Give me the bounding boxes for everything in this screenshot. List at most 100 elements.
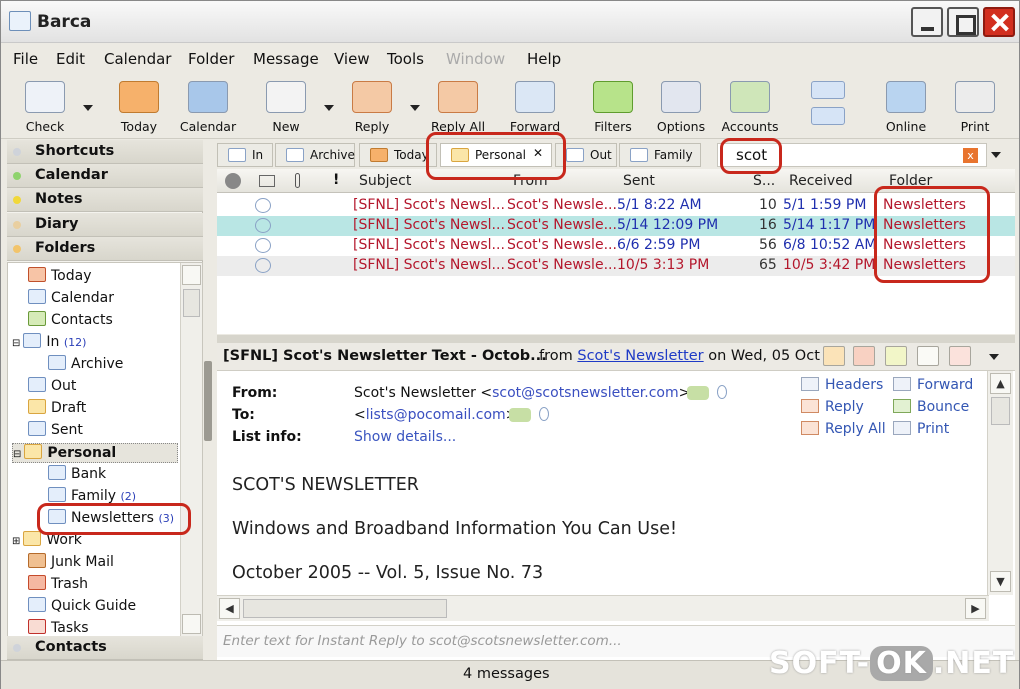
preview-menu-arrow-icon[interactable] xyxy=(989,354,999,360)
print-action[interactable]: Print xyxy=(893,421,949,437)
task-check-icon[interactable] xyxy=(949,346,971,366)
check-button[interactable]: Check xyxy=(12,81,78,137)
forward-action[interactable]: Forward xyxy=(893,377,973,393)
tree-item-personal[interactable]: ⊟ Personal xyxy=(12,443,178,463)
tree-item-out[interactable]: Out xyxy=(28,377,76,397)
preview-vertical-scrollbar[interactable]: ▲ ▼ xyxy=(987,371,1013,595)
watermark-part: .NET xyxy=(932,646,1015,681)
tree-item-in[interactable]: ⊟ In (12) xyxy=(12,333,86,353)
menu-help[interactable]: Help xyxy=(527,50,561,68)
tree-item-draft[interactable]: Draft xyxy=(28,399,86,419)
previous-arrow-icon[interactable] xyxy=(811,81,845,99)
pane-splitter-handle[interactable] xyxy=(204,361,212,441)
headers-action[interactable]: Headers xyxy=(801,377,883,393)
reply-small-icon[interactable] xyxy=(853,346,875,366)
scroll-right-icon[interactable]: ▶ xyxy=(965,598,986,619)
new-button[interactable]: New xyxy=(253,81,319,137)
tree-item-quick-guide[interactable]: Quick Guide xyxy=(28,597,136,617)
tab-family[interactable]: Family xyxy=(619,143,701,167)
to-email-link[interactable]: lists@pocomail.com xyxy=(366,407,506,423)
menu-message[interactable]: Message xyxy=(253,50,319,68)
horizontal-scroll-thumb[interactable] xyxy=(243,599,447,618)
minimize-button[interactable] xyxy=(911,7,943,37)
tree-item-calendar[interactable]: Calendar xyxy=(28,289,114,309)
preview-horizontal-scrollbar[interactable]: ◀ ▶ xyxy=(217,595,989,621)
status-column-icon[interactable] xyxy=(259,175,275,187)
find-recipient-icon[interactable] xyxy=(539,407,549,421)
menu-file[interactable]: File xyxy=(13,50,38,68)
priority-column-icon[interactable] xyxy=(225,173,241,189)
scroll-thumb[interactable] xyxy=(183,289,200,317)
tree-item-bank[interactable]: Bank xyxy=(48,465,106,485)
expand-icon[interactable]: ⊞ xyxy=(12,536,20,547)
print-button[interactable]: Print xyxy=(942,81,1008,137)
tree-item-trash[interactable]: Trash xyxy=(28,575,88,595)
new-dropdown-arrow-icon[interactable] xyxy=(324,105,334,111)
categories-icon[interactable] xyxy=(823,346,845,366)
scroll-thumb[interactable] xyxy=(991,397,1010,425)
scroll-up-icon[interactable]: ▲ xyxy=(990,373,1011,394)
reply-dropdown-arrow-icon[interactable] xyxy=(410,105,420,111)
headers-icon xyxy=(801,377,819,391)
scroll-down-icon[interactable] xyxy=(182,614,201,634)
tree-item-contacts[interactable]: Contacts xyxy=(28,311,113,331)
close-window-button[interactable] xyxy=(983,7,1015,37)
menu-tools[interactable]: Tools xyxy=(387,50,424,68)
reply-button[interactable]: Reply xyxy=(339,81,405,137)
menu-folder[interactable]: Folder xyxy=(188,50,234,68)
collapse-icon[interactable]: ⊟ xyxy=(13,449,21,460)
reply-all-action[interactable]: Reply All xyxy=(801,421,886,437)
menu-edit[interactable]: Edit xyxy=(56,50,85,68)
from-email-link[interactable]: scot@scotsnewsletter.com xyxy=(492,385,679,401)
today-button[interactable]: Today xyxy=(106,81,172,137)
clear-search-icon[interactable]: x xyxy=(963,148,978,163)
column-received[interactable]: Received xyxy=(789,173,853,189)
calendar-button[interactable]: Calendar xyxy=(175,81,241,137)
list-preview-splitter[interactable] xyxy=(217,335,1015,343)
tree-item-sent[interactable]: Sent xyxy=(28,421,83,441)
section-notes[interactable]: Notes xyxy=(7,188,203,212)
next-arrow-icon[interactable] xyxy=(811,107,845,125)
mark-done-icon[interactable] xyxy=(885,346,907,366)
attachment-column-icon[interactable] xyxy=(295,173,300,188)
tab-in[interactable]: In xyxy=(217,143,273,167)
options-button[interactable]: Options xyxy=(648,81,714,137)
section-calendar[interactable]: Calendar xyxy=(7,164,203,188)
tree-item-today[interactable]: Today xyxy=(28,267,92,287)
reply-action[interactable]: Reply xyxy=(801,399,864,415)
scroll-left-icon[interactable]: ◀ xyxy=(219,598,240,619)
find-sender-icon[interactable] xyxy=(717,385,727,399)
add-contact-icon[interactable] xyxy=(509,408,531,422)
section-shortcuts[interactable]: Shortcuts xyxy=(7,140,203,164)
column-size[interactable]: S... xyxy=(753,173,775,189)
menu-view[interactable]: View xyxy=(334,50,370,68)
section-contacts[interactable]: Contacts xyxy=(7,636,203,660)
add-contact-icon[interactable] xyxy=(687,386,709,400)
maximize-button[interactable] xyxy=(947,7,979,37)
section-diary[interactable]: Diary xyxy=(7,213,203,237)
tab-archive[interactable]: Archive xyxy=(275,143,355,167)
show-details-link[interactable]: Show details... xyxy=(354,429,456,445)
tree-scrollbar[interactable] xyxy=(180,263,202,636)
column-subject[interactable]: Subject xyxy=(359,173,411,189)
view-source-icon[interactable] xyxy=(917,346,939,366)
search-dropdown-arrow-icon[interactable] xyxy=(991,152,1001,158)
bounce-action[interactable]: Bounce xyxy=(893,399,969,415)
tree-item-archive[interactable]: Archive xyxy=(48,355,123,375)
reply-all-button[interactable]: Reply All xyxy=(425,81,491,137)
tree-item-junk-mail[interactable]: Junk Mail xyxy=(28,553,114,573)
collapse-icon[interactable]: ⊟ xyxy=(12,338,20,349)
scroll-up-icon[interactable] xyxy=(182,265,201,285)
forward-button[interactable]: Forward xyxy=(502,81,568,137)
section-folders[interactable]: Folders xyxy=(7,237,203,261)
column-sent[interactable]: Sent xyxy=(623,173,655,189)
online-button[interactable]: Online xyxy=(873,81,939,137)
cell-subject: [SFNL] Scot's Newsl... xyxy=(353,257,505,273)
accounts-button[interactable]: Accounts xyxy=(717,81,783,137)
flag-column-icon[interactable]: ! xyxy=(333,172,339,188)
sender-link[interactable]: Scot's Newsletter xyxy=(577,348,703,364)
filters-button[interactable]: Filters xyxy=(580,81,646,137)
check-dropdown-arrow-icon[interactable] xyxy=(83,105,93,111)
menu-calendar[interactable]: Calendar xyxy=(104,50,171,68)
scroll-down-icon[interactable]: ▼ xyxy=(990,571,1011,592)
